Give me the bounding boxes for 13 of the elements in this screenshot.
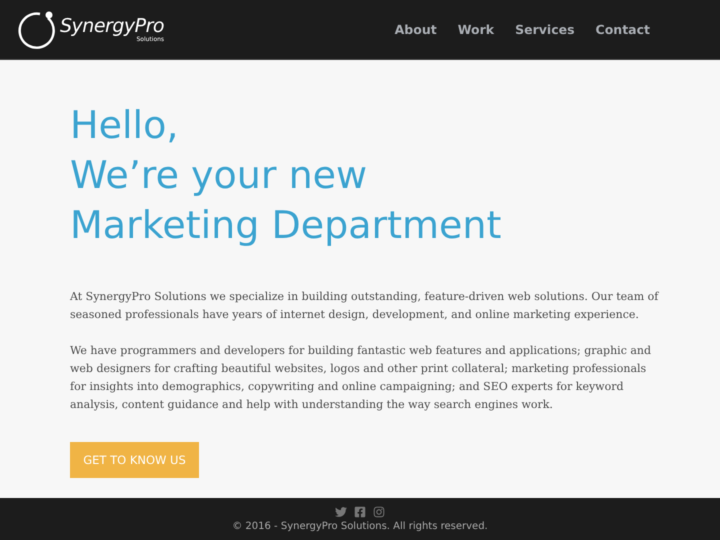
headline: Hello, We’re your new Marketing Department — [70, 102, 502, 249]
nav-link[interactable]: About — [394, 22, 437, 37]
logo-name: SynergyPro — [60, 16, 164, 36]
intro-paragraph: We have programmers and developers for building fantastic web features and applications; graphic and web designers for crafting beautiful websites, logos and other print collateral; marketing professionals for insights into demographics, copywriting and online campaigning; and SEO experts for keyword analysis, content guidance and help with understanding the way search engines work. — [70, 343, 652, 413]
logo-ring-icon — [18, 10, 58, 50]
intro-paragraph: At SynergyPro Solutions we specialize in building outstanding, feature-driven web solutions. Our team of seasoned professionals have years of internet design, development, and online marketing experience. — [70, 289, 660, 323]
copyright-text: © 2016 - SynergyPro Solutions. All rights reserved. — [232, 521, 488, 532]
facebook-icon[interactable] — [354, 506, 366, 518]
nav-link[interactable]: Contact — [596, 22, 650, 37]
nav-link[interactable]: Work — [458, 22, 494, 37]
nav-link[interactable]: Services — [515, 22, 575, 37]
instagram-icon[interactable] — [373, 506, 385, 518]
twitter-icon[interactable] — [335, 506, 347, 518]
